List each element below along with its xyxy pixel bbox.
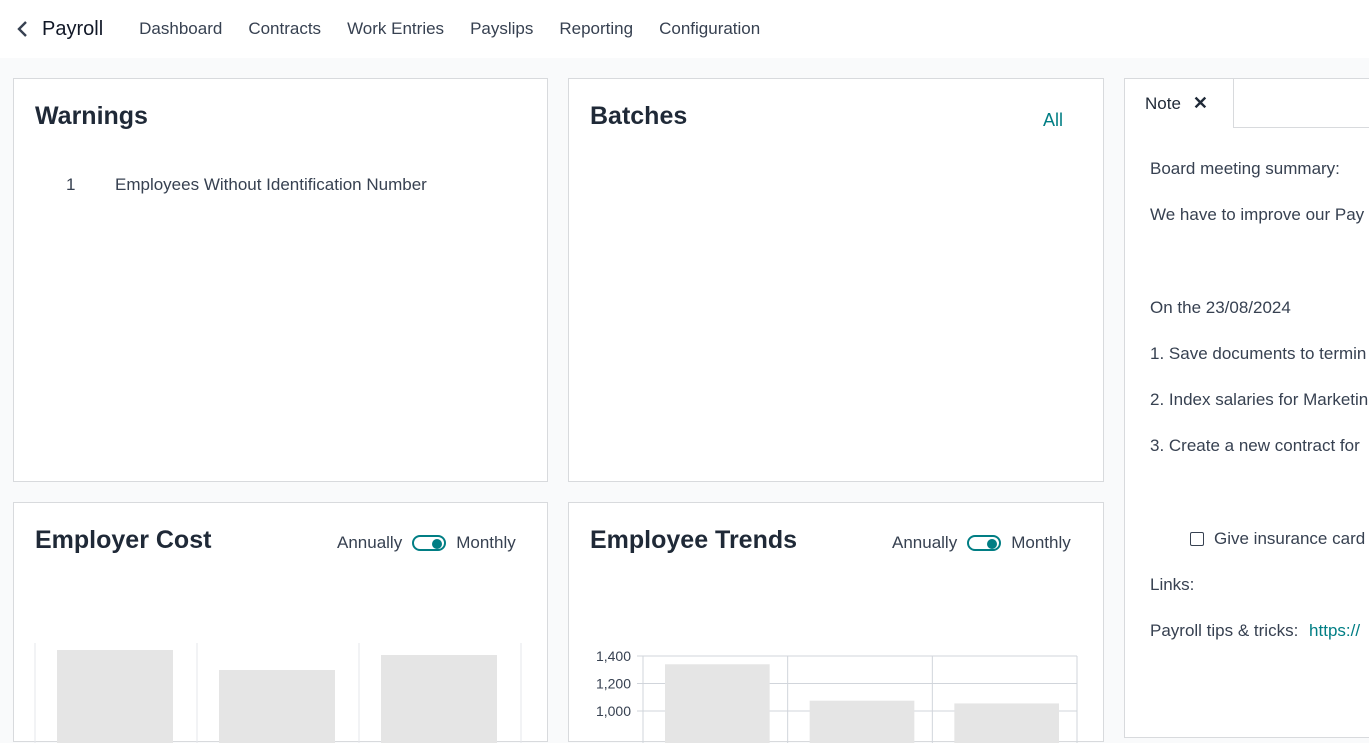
menu-reporting[interactable]: Reporting — [559, 19, 633, 39]
trend-bar — [809, 700, 915, 743]
warnings-title: Warnings — [35, 102, 148, 130]
menu-work-entries[interactable]: Work Entries — [347, 19, 444, 39]
app-name[interactable]: Payroll — [42, 18, 103, 41]
y-tick-label: 1,400 — [596, 648, 631, 664]
note-links-line: Payroll tips & tricks: https:// — [1150, 621, 1360, 641]
note-line: 2. Index salaries for Marketin — [1150, 390, 1369, 409]
placeholder-bar — [381, 655, 497, 743]
note-panel: Note ✕ Board meeting summary: We have to… — [1124, 78, 1369, 738]
warnings-card: Warnings 1 Employees Without Identificat… — [13, 78, 548, 482]
warning-count: 1 — [66, 175, 76, 194]
close-icon[interactable]: ✕ — [1193, 93, 1208, 114]
menu-payslips[interactable]: Payslips — [470, 19, 533, 39]
employer-cost-chart — [34, 643, 522, 743]
trend-bar — [665, 664, 770, 743]
menu-contracts[interactable]: Contracts — [248, 19, 321, 39]
back-to-apps-button[interactable]: Payroll — [14, 18, 139, 41]
trend-bar — [954, 703, 1059, 743]
batches-all-link[interactable]: All — [1043, 110, 1063, 131]
note-line: Board meeting summary: — [1150, 159, 1340, 178]
note-line: On the 23/08/2024 — [1150, 298, 1291, 317]
note-checklist-item[interactable]: Give insurance card — [1190, 529, 1365, 549]
employee-trends-card: Employee Trends Annually Monthly 1,400 1,… — [568, 502, 1104, 743]
note-line: 1. Save documents to termin — [1150, 344, 1367, 363]
checkbox[interactable] — [1190, 532, 1204, 546]
note-link[interactable]: https:// — [1309, 621, 1360, 640]
batches-card: Batches All — [568, 78, 1104, 482]
note-line: 3. Create a new contract for — [1150, 436, 1360, 455]
tab-divider — [1234, 127, 1369, 128]
chevron-left-icon — [17, 21, 27, 37]
note-line: We have to improve our Pay — [1150, 205, 1365, 224]
y-tick-label: 1,200 — [596, 676, 631, 692]
checklist-label: Give insurance card — [1214, 529, 1366, 548]
batches-title: Batches — [590, 102, 688, 130]
note-tab-label: Note — [1145, 93, 1181, 113]
warning-label[interactable]: Employees Without Identification Number — [115, 175, 427, 195]
placeholder-bar — [219, 670, 335, 743]
employee-trends-chart: 1,400 1,200 1,000 — [596, 648, 1078, 743]
y-tick-label: 1,000 — [596, 703, 631, 719]
note-link-label: Payroll tips & tricks: — [1150, 621, 1299, 640]
placeholder-bar — [57, 650, 173, 743]
note-line: Links: — [1150, 575, 1195, 594]
menu-dashboard[interactable]: Dashboard — [139, 19, 222, 39]
note-tab[interactable]: Note ✕ — [1125, 79, 1234, 128]
employer-cost-card: Employer Cost Annually Monthly — [13, 502, 548, 743]
menu-configuration[interactable]: Configuration — [659, 19, 760, 39]
top-navbar: Payroll Dashboard Contracts Work Entries… — [0, 0, 1369, 58]
